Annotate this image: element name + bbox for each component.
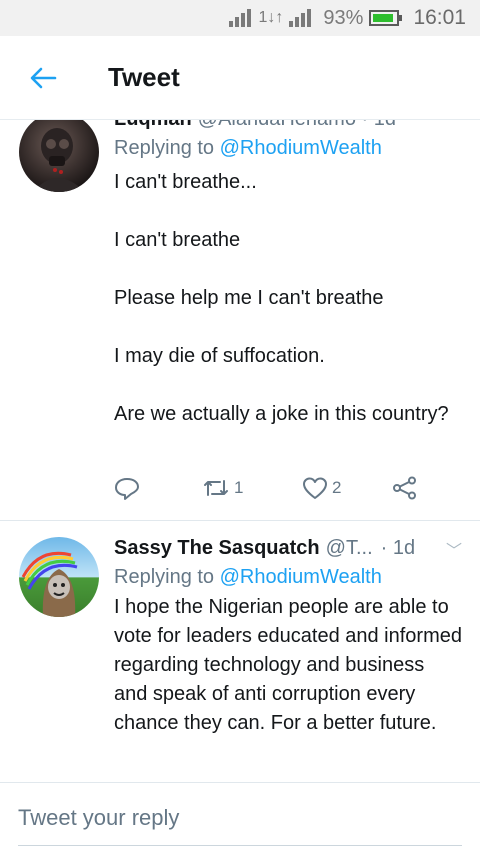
like-count: 2 bbox=[332, 478, 342, 497]
tweet-2[interactable]: Sassy The Sasquatch @T... · 1d ﹀ Replyin… bbox=[0, 521, 480, 781]
retweet-button[interactable]: 1 bbox=[202, 477, 302, 499]
replying-label: Replying to bbox=[114, 137, 215, 159]
reply-icon bbox=[115, 478, 139, 500]
chevron-down-icon[interactable]: ﹀ bbox=[446, 537, 462, 561]
reply-bar: Tweet your reply bbox=[0, 782, 480, 854]
author-handle[interactable]: @T... bbox=[326, 537, 373, 560]
replying-to: Replying to @RhodiumWealth bbox=[114, 566, 462, 589]
tweet-text: I hope the Nigerian people are able to v… bbox=[114, 596, 462, 734]
retweet-count: 1 bbox=[234, 478, 244, 497]
replying-to: Replying to @RhodiumWealth bbox=[114, 137, 462, 160]
tweet-text: I can't breathe... I can't breathe Pleas… bbox=[114, 171, 449, 425]
header: Tweet bbox=[0, 36, 480, 120]
avatar[interactable] bbox=[19, 537, 99, 617]
avatar-image bbox=[21, 551, 78, 617]
share-button[interactable] bbox=[392, 476, 418, 500]
avatar[interactable] bbox=[19, 112, 99, 192]
avatar-image bbox=[33, 128, 85, 192]
author-name[interactable]: Sassy The Sasquatch bbox=[114, 537, 320, 560]
reply-button[interactable] bbox=[114, 476, 190, 500]
retweet-icon bbox=[204, 480, 228, 496]
like-button[interactable]: 2 bbox=[302, 476, 392, 500]
reply-underline bbox=[18, 845, 462, 846]
tweet-time: · 1d bbox=[380, 537, 416, 559]
arrow-left-icon bbox=[30, 67, 57, 88]
back-button[interactable] bbox=[0, 36, 86, 120]
page-title: Tweet bbox=[108, 62, 180, 92]
replying-mention[interactable]: @RhodiumWealth bbox=[220, 137, 382, 159]
replying-mention[interactable]: @RhodiumWealth bbox=[220, 566, 382, 588]
heart-icon bbox=[303, 477, 327, 499]
replying-label: Replying to bbox=[114, 566, 215, 588]
reply-input[interactable]: Tweet your reply bbox=[18, 805, 179, 831]
share-icon bbox=[393, 476, 416, 500]
